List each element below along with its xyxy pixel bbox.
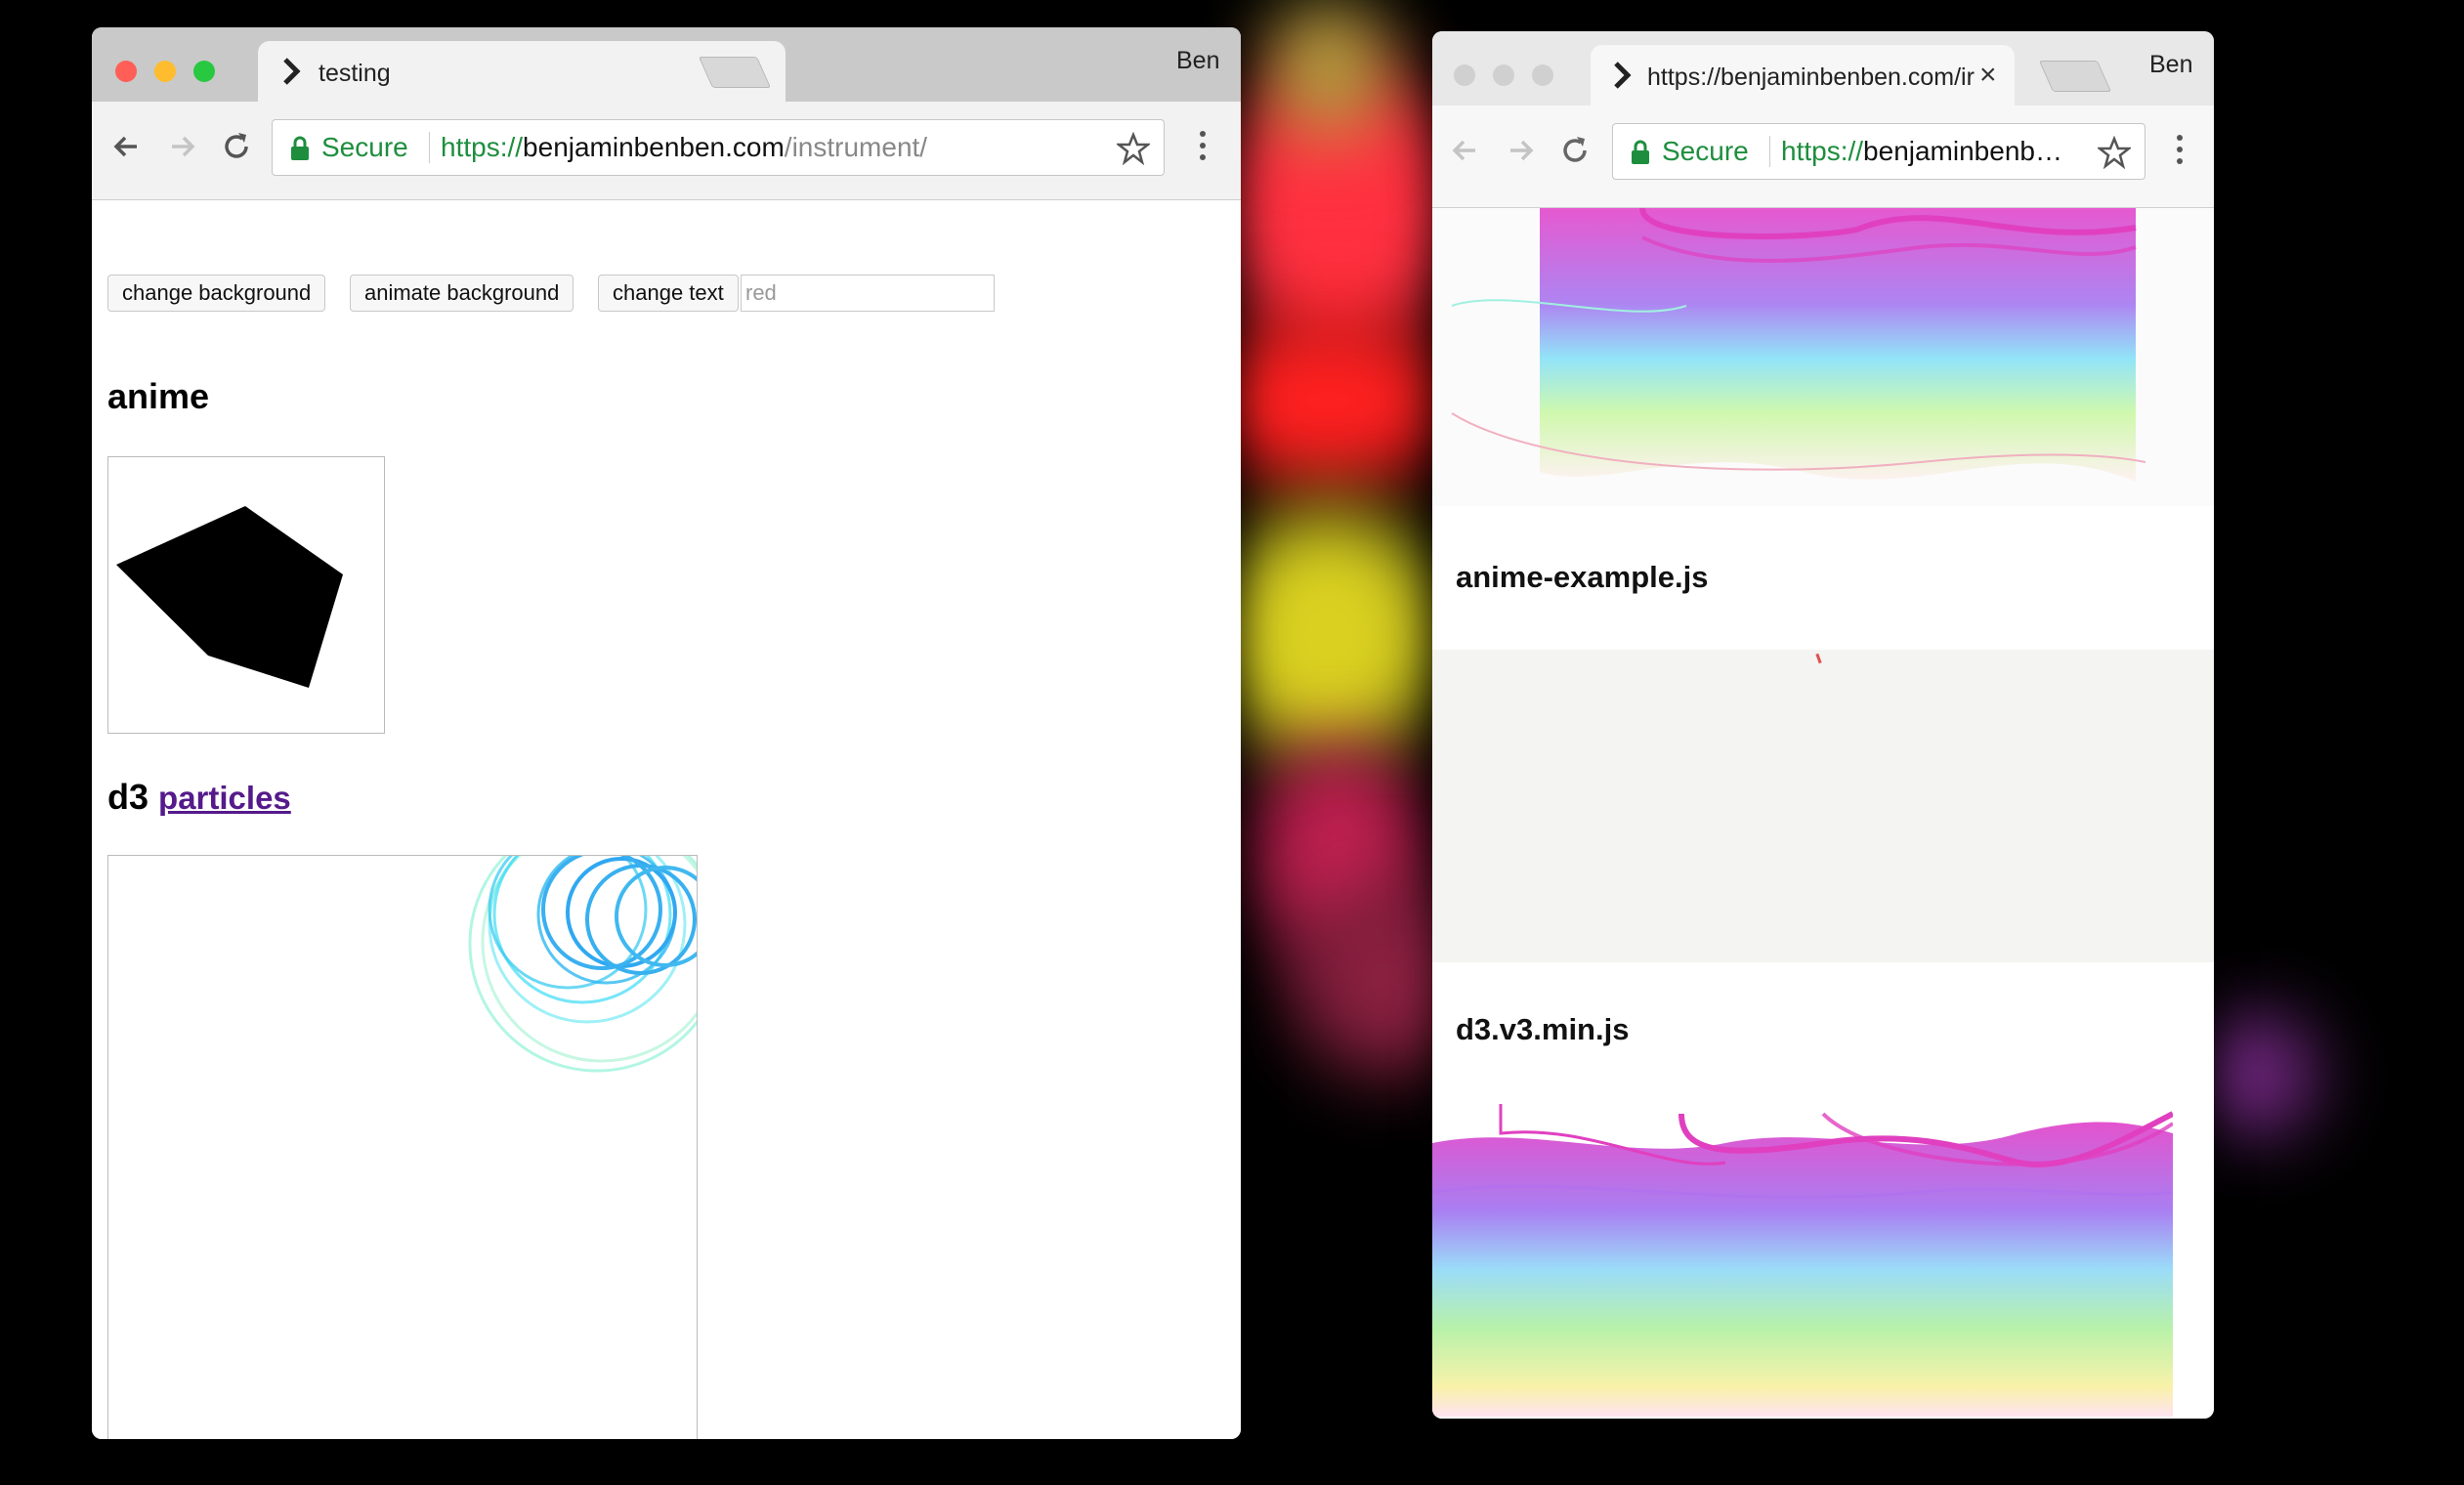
secure-label: Secure xyxy=(1662,136,1749,166)
d3-heading: d3.v3.min.js xyxy=(1456,1012,1630,1046)
tab-title: testing xyxy=(319,60,391,87)
particle-circles xyxy=(468,856,697,1073)
anime-example-heading: anime-example.js xyxy=(1456,560,1709,594)
change-text-button[interactable]: change text xyxy=(598,275,739,312)
menu-dots-icon[interactable] xyxy=(2177,135,2185,170)
toolbar: Secure https://benjaminbenb… xyxy=(1432,106,2214,208)
tab-title: https://benjaminbenben.com/ir xyxy=(1647,64,1975,91)
paint-splash xyxy=(1270,0,1387,137)
page-content: change background animate background cha… xyxy=(92,200,1241,1439)
profile-name[interactable]: Ben xyxy=(1176,47,1219,75)
mark xyxy=(1815,653,1822,664)
url-text[interactable]: https://benjaminbenben.com/instrument/ xyxy=(441,132,1066,163)
change-background-button[interactable]: change background xyxy=(107,275,326,312)
anime-heading: anime xyxy=(107,376,210,416)
chevron-right-icon xyxy=(1614,62,1632,89)
profile-name[interactable]: Ben xyxy=(2149,51,2192,79)
tab-strip: testing × Ben xyxy=(92,27,1241,102)
url-text[interactable]: https://benjaminbenb… xyxy=(1781,136,2084,167)
new-tab-button[interactable] xyxy=(2038,61,2112,92)
zoom-window-button[interactable] xyxy=(193,61,215,82)
minimize-window-button[interactable] xyxy=(154,61,176,82)
rainbow-wave-art xyxy=(1432,1104,2173,1417)
address-bar[interactable]: Secure https://benjaminbenben.com/instru… xyxy=(272,119,1165,176)
secure-label: Secure xyxy=(321,132,408,162)
page-content: anime-example.js d3.v3.min.js xyxy=(1432,208,2214,1419)
zoom-window-button[interactable] xyxy=(1532,64,1553,86)
back-arrow-icon[interactable] xyxy=(107,127,147,166)
minimize-window-button[interactable] xyxy=(1493,64,1514,86)
animate-background-button[interactable]: animate background xyxy=(350,275,574,312)
d3-wave-preview xyxy=(1432,1104,2173,1417)
tab-active[interactable]: https://benjaminbenben.com/ir × xyxy=(1591,45,2015,106)
forward-arrow-icon[interactable] xyxy=(1501,131,1540,170)
tab-strip: https://benjaminbenben.com/ir × Ben xyxy=(1432,31,2214,106)
divider xyxy=(429,132,430,163)
star-icon[interactable] xyxy=(1117,132,1150,165)
anime-canvas xyxy=(107,456,385,734)
d3-particles-canvas xyxy=(107,855,698,1439)
back-arrow-icon[interactable] xyxy=(1446,131,1485,170)
toolbar: Secure https://benjaminbenben.com/instru… xyxy=(92,102,1241,200)
browser-window-right: https://benjaminbenben.com/ir × Ben Secu… xyxy=(1432,31,2214,1419)
lock-icon xyxy=(291,136,309,160)
anime-wave-preview xyxy=(1432,208,2214,506)
paint-splash xyxy=(1211,508,1446,762)
window-controls xyxy=(115,61,215,82)
pentagon-shape xyxy=(116,506,343,688)
divider xyxy=(1769,136,1770,167)
reload-icon[interactable] xyxy=(1555,131,1594,170)
menu-dots-icon[interactable] xyxy=(1200,131,1208,166)
lock-icon xyxy=(1632,140,1649,164)
text-input[interactable]: red xyxy=(741,275,995,312)
paint-splash xyxy=(2198,1016,2315,1133)
browser-window-left: testing × Ben Secure https://benjaminben… xyxy=(92,27,1241,1439)
anime-example-preview xyxy=(1432,650,2214,962)
d3-heading: d3 particles xyxy=(107,777,291,817)
reload-icon[interactable] xyxy=(217,127,256,166)
chevron-right-icon xyxy=(283,58,301,85)
rainbow-wave-art xyxy=(1451,208,2146,482)
close-window-button[interactable] xyxy=(115,61,137,82)
forward-arrow-icon[interactable] xyxy=(162,127,201,166)
close-icon[interactable]: × xyxy=(1979,59,1997,92)
star-icon[interactable] xyxy=(2098,136,2131,169)
close-window-button[interactable] xyxy=(1454,64,1475,86)
particles-link[interactable]: particles xyxy=(158,780,291,816)
address-bar[interactable]: Secure https://benjaminbenb… xyxy=(1612,123,2145,180)
window-controls xyxy=(1454,64,1553,86)
